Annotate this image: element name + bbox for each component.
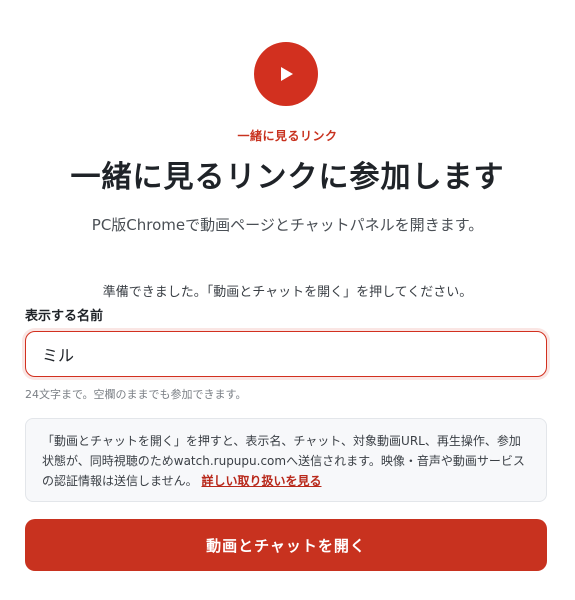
open-video-chat-button[interactable]: 動画とチャットを開く [25, 519, 547, 571]
eyebrow-label: 一緒に見るリンク [237, 129, 338, 143]
app-logo [254, 42, 318, 106]
privacy-notice: 「動画とチャットを開く」を押すと、表示名、チャット、対象動画URL、再生操作、参… [25, 418, 547, 502]
privacy-details-link[interactable]: 詳しい取り扱いを見る [201, 474, 321, 488]
status-message: 準備できました。「動画とチャットを開く」を押してください。 [102, 285, 473, 300]
page-title: 一緒に見るリンクに参加します [70, 160, 505, 195]
play-icon [281, 67, 293, 81]
display-name-label: 表示する名前 [25, 309, 104, 324]
display-name-input[interactable] [25, 331, 547, 377]
display-name-hint: 24文字まで。空欄のままでも参加できます。 [25, 388, 247, 401]
page-subtitle: PC版Chromeで動画ページとチャットパネルを開きます。 [91, 216, 484, 234]
